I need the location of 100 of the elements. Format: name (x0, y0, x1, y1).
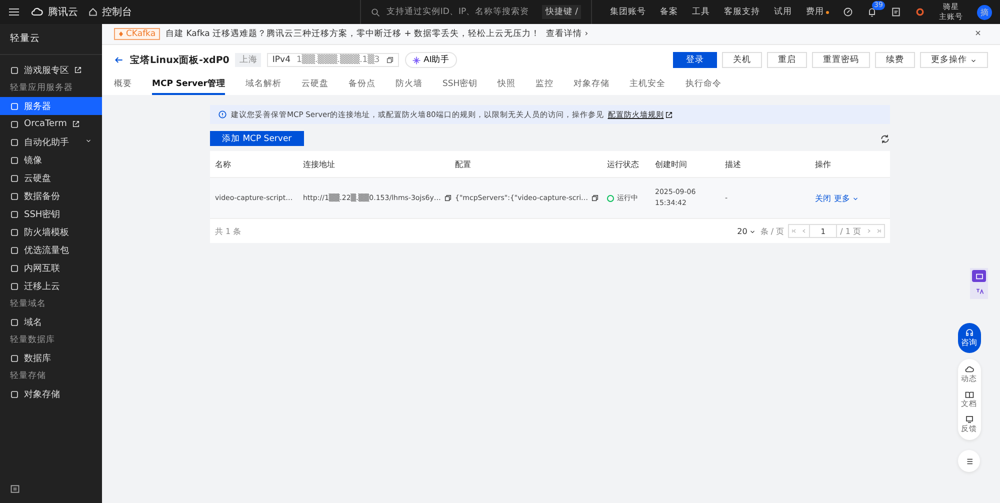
document-icon (891, 7, 901, 17)
ip-address: 1▒▒.▒▒▒.▒▒▒.1▒3 (296, 55, 380, 65)
search-field[interactable]: 支持通过实例ID、IP、名称等搜索资 (384, 6, 538, 18)
tab[interactable]: 防火墙 (395, 75, 422, 95)
sidebar-item[interactable]: 优选流量包 (0, 241, 102, 259)
sidebar-item[interactable]: 自动化助手 (0, 133, 102, 151)
headset-icon (964, 328, 974, 337)
diamond-icon (118, 31, 124, 37)
sidebar-item[interactable]: 迁移上云 (0, 277, 102, 295)
ip-label: IPv4 (272, 55, 290, 65)
home-icon (88, 7, 98, 17)
action-button[interactable]: 登录 (673, 52, 717, 68)
tab[interactable]: 备份点 (348, 75, 376, 95)
sidebar-item[interactable]: OrcaTerm (0, 115, 102, 133)
tab[interactable]: 执行命令 (686, 75, 722, 95)
tab[interactable]: 快照 (498, 75, 516, 95)
column-header: 操作 (815, 158, 832, 170)
feedback-icon (964, 415, 974, 424)
tab[interactable]: 主机安全 (630, 75, 666, 95)
tab[interactable]: 概要 (114, 75, 132, 95)
close-link[interactable]: 关闭 (815, 192, 831, 204)
sidebar-section: 轻量应用服务器 (0, 79, 102, 97)
tab[interactable]: 监控 (536, 75, 554, 95)
sidebar-item[interactable]: 域名 (0, 313, 102, 331)
last-page-icon (876, 228, 882, 234)
sidebar-item[interactable]: 对象存储 (0, 385, 102, 403)
add-server-button[interactable]: 添加 MCP Server (210, 131, 304, 146)
menu-item-icon (10, 354, 19, 362)
nav-link[interactable]: 工具 (692, 6, 710, 18)
nav-link[interactable]: 备案 (660, 6, 678, 18)
cloud-icon (30, 6, 44, 18)
banner-text: 自建 Kafka 迁移遇难题？腾讯云三种迁移方案，零中断迁移 + 数据零丢失，轻松上云无压力！ (166, 28, 540, 40)
sidebar-item[interactable]: 防火墙模板 (0, 223, 102, 241)
status-dot (607, 194, 614, 202)
copy-icon (444, 194, 452, 202)
page-size-select[interactable]: 20 (737, 226, 756, 236)
column-header: 连接地址 (303, 158, 336, 170)
nav-link[interactable]: 集团账号 (610, 6, 646, 18)
action-button[interactable]: 续费 (875, 52, 915, 68)
total-count: 共 1 条 (215, 226, 242, 236)
menu-item-icon (10, 66, 19, 74)
sidebar-section: 轻量存储 (0, 367, 102, 385)
sidebar-section: 轻量域名 (0, 295, 102, 313)
tab[interactable]: 域名解析 (245, 75, 282, 95)
tab[interactable]: MCP Server管理 (152, 75, 226, 95)
book-icon (964, 390, 974, 399)
sidebar-item[interactable]: 镜像 (0, 151, 102, 169)
shortcut-key[interactable]: 快捷键 / (542, 5, 581, 19)
tab[interactable]: 对象存储 (574, 75, 610, 95)
sidebar-item[interactable]: 数据备份 (0, 187, 102, 205)
console-link[interactable]: 控制台 (102, 5, 132, 19)
action-button[interactable]: 更多操作 (920, 52, 988, 68)
close-icon (974, 28, 982, 36)
tab[interactable]: SSH密钥 (442, 75, 478, 95)
sidebar-item[interactable]: 云硬盘 (0, 169, 102, 187)
copy-icon (591, 194, 600, 202)
chevron-icon (85, 137, 92, 144)
sidebar-item[interactable]: 内网互联 (0, 259, 102, 277)
nav-link[interactable]: 试用 (774, 6, 792, 18)
sidebar-item[interactable]: 游戏服专区 (0, 61, 102, 79)
column-header: 描述 (725, 158, 742, 170)
cloud-icon (964, 365, 974, 374)
compass-icon (843, 7, 853, 17)
collapse-icon (10, 484, 20, 494)
first-page-icon (791, 228, 798, 234)
search-icon (371, 8, 380, 16)
menu-item-icon (10, 390, 19, 398)
next-page-icon (866, 228, 872, 234)
sidebar-item[interactable]: 服务器 (0, 97, 102, 115)
action-button[interactable]: 重置密码 (812, 52, 870, 68)
tab[interactable]: 云硬盘 (301, 75, 328, 95)
ai-assistant-button[interactable]: AI助手 (404, 52, 457, 68)
nav-link[interactable]: 客服支持 (724, 6, 760, 18)
column-header: 运行状态 (607, 158, 640, 170)
brand-name[interactable]: 腾讯云 (48, 5, 78, 19)
external-link-icon (72, 120, 80, 128)
column-header: 创建时间 (655, 158, 688, 170)
sparkle-icon (412, 56, 421, 64)
action-button[interactable]: 关机 (722, 52, 762, 68)
prev-page-icon (801, 228, 808, 234)
sidebar-item[interactable]: SSH密钥 (0, 205, 102, 223)
menu-item-icon (10, 318, 19, 326)
page-total: / 1 页 (839, 226, 862, 236)
external-link-icon (664, 110, 673, 118)
sidebar-item[interactable]: 数据库 (0, 349, 102, 367)
column-header: 配置 (455, 158, 472, 170)
sidebar-section: 轻量数据库 (0, 331, 102, 349)
banner-link[interactable]: 查看详情 › (546, 28, 588, 40)
action-button[interactable]: 重启 (767, 52, 807, 68)
back-arrow-icon (114, 55, 124, 65)
chat-icon[interactable] (972, 270, 986, 282)
promo-tag: CKafka (114, 28, 160, 40)
nav-link[interactable]: 费用 (806, 6, 829, 18)
per-page-label: 条 / 页 (760, 226, 784, 236)
region-tag: 上海 (235, 53, 262, 67)
consult-button[interactable]: 咨询 (958, 323, 980, 353)
list-icon (964, 456, 974, 466)
copy-icon (386, 56, 394, 64)
more-link[interactable]: 更多 (834, 192, 859, 204)
list-button[interactable] (958, 450, 980, 472)
